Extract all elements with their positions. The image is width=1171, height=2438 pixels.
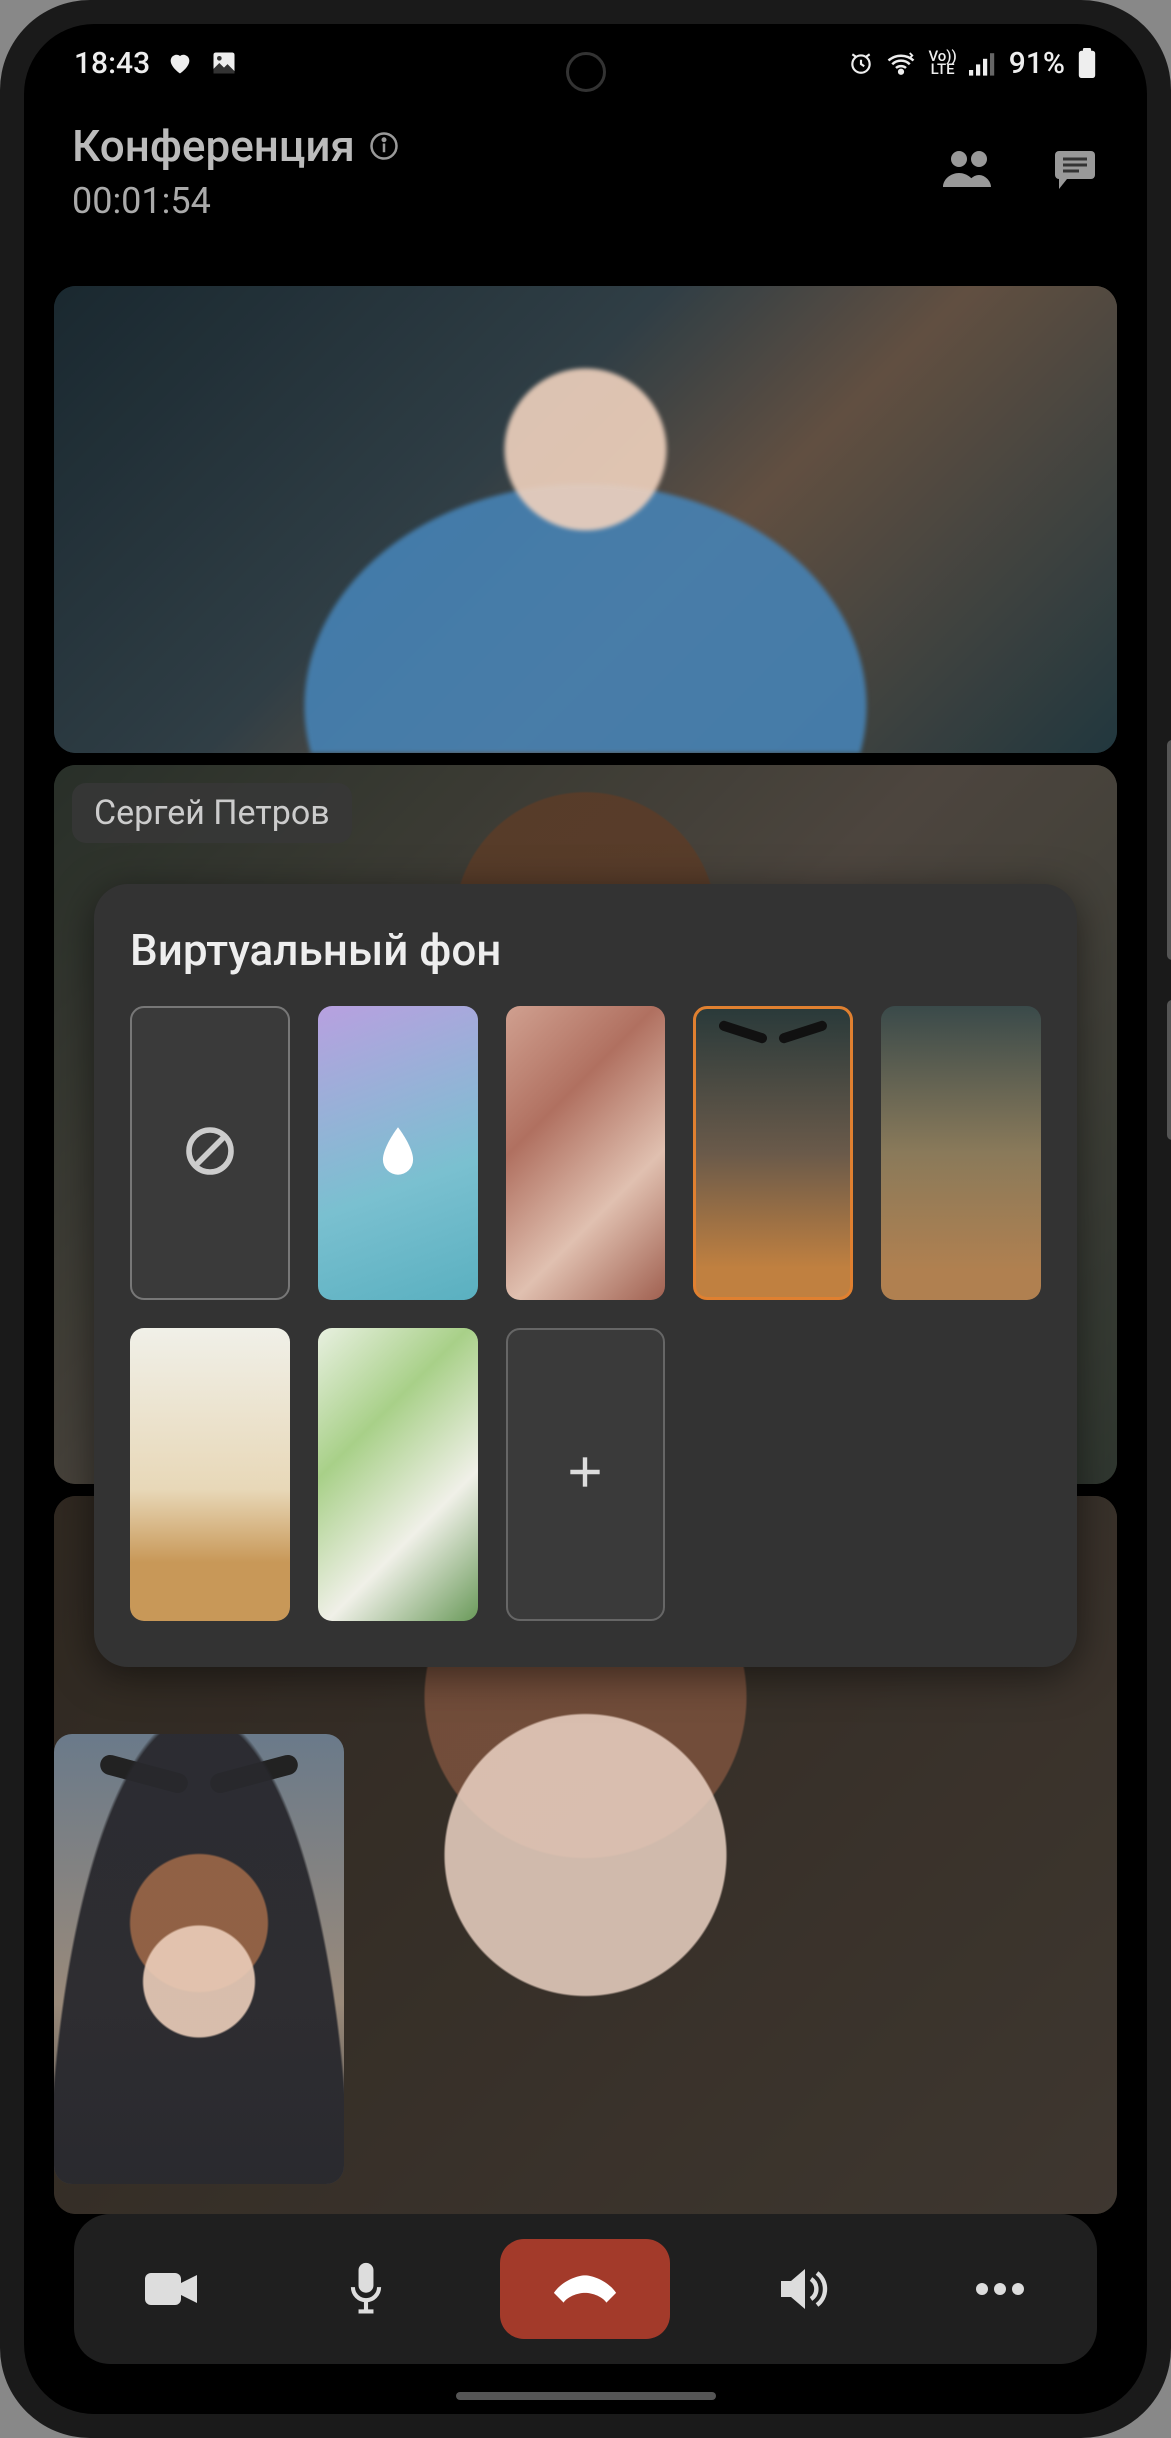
vb-option-image-1[interactable] — [506, 1006, 666, 1300]
virtual-background-grid — [130, 1006, 1041, 1621]
power-button — [1167, 740, 1171, 960]
virtual-background-panel: Виртуальный фон — [94, 884, 1077, 1667]
alarm-icon — [848, 50, 874, 76]
info-icon[interactable] — [369, 120, 399, 172]
participants-button[interactable] — [943, 147, 995, 195]
vb-option-image-3[interactable] — [881, 1006, 1041, 1300]
screen: 18:43 Vo)) LTE 91% — [24, 24, 1147, 2414]
hangup-button[interactable] — [500, 2239, 670, 2339]
call-header: Конференция 00:01:54 — [24, 102, 1147, 242]
participant-tile-1[interactable] — [54, 286, 1117, 753]
more-options-button[interactable] — [940, 2239, 1060, 2339]
vb-option-none[interactable] — [130, 1006, 290, 1300]
image-icon — [210, 49, 238, 77]
volume-button — [1167, 1000, 1171, 1140]
phone-frame: 18:43 Vo)) LTE 91% — [0, 0, 1171, 2438]
conference-title: Конференция — [72, 120, 355, 172]
plus-icon — [563, 1450, 607, 1498]
blur-icon — [374, 1123, 422, 1183]
signal-icon — [969, 50, 997, 76]
heart-icon — [166, 49, 194, 77]
battery-text: 91% — [1009, 46, 1065, 81]
vb-option-add[interactable] — [506, 1328, 666, 1622]
speaker-button[interactable] — [745, 2239, 865, 2339]
no-symbol-icon — [182, 1123, 238, 1183]
status-time: 18:43 — [74, 46, 150, 81]
home-indicator[interactable] — [456, 2392, 716, 2400]
vb-option-blur[interactable] — [318, 1006, 478, 1300]
vb-option-image-2[interactable] — [693, 1006, 853, 1300]
wifi-icon — [886, 50, 916, 76]
lamp-decoration — [718, 1027, 828, 1053]
mic-toggle-button[interactable] — [306, 2239, 426, 2339]
volte-icon: Vo)) LTE — [928, 50, 956, 76]
chat-button[interactable] — [1051, 147, 1099, 195]
participant-name-pill: Сергей Петров — [72, 783, 352, 843]
call-duration: 00:01:54 — [72, 180, 399, 222]
battery-icon — [1077, 48, 1097, 78]
vb-option-image-5[interactable] — [318, 1328, 478, 1622]
lamp-decoration — [99, 1764, 299, 1814]
virtual-background-title: Виртуальный фон — [130, 924, 1041, 976]
self-video-preview[interactable] — [54, 1734, 344, 2184]
vb-option-image-4[interactable] — [130, 1328, 290, 1622]
camera-notch — [566, 52, 606, 92]
camera-toggle-button[interactable] — [111, 2239, 231, 2339]
call-controls-bar — [74, 2214, 1097, 2364]
